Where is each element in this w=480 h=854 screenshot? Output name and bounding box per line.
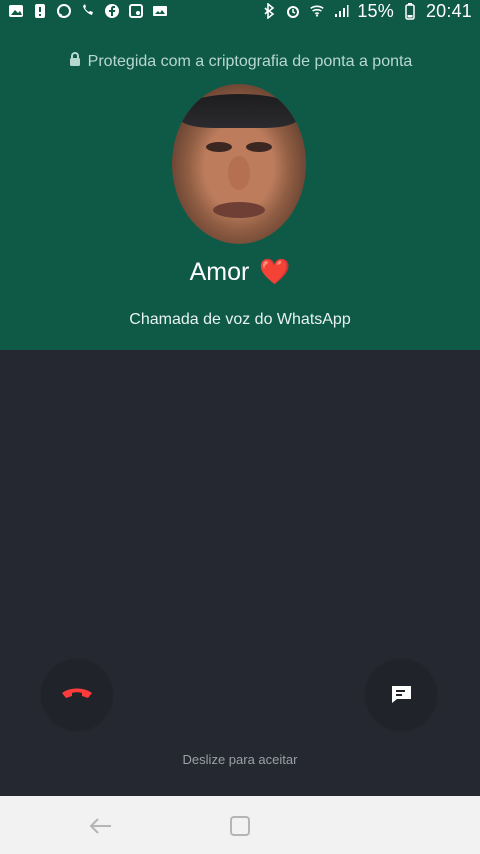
image-icon [8,3,24,19]
reply-message-button[interactable] [364,658,438,732]
facebook-icon [104,3,120,19]
status-left-icons [8,3,168,19]
avatar-mouth [213,202,265,218]
contact-avatar [172,84,306,244]
signal-icon [333,3,349,19]
decline-call-button[interactable] [40,658,114,732]
call-type-label: Chamada de voz do WhatsApp [129,311,351,328]
battery-percent: 15% [357,0,394,21]
back-button[interactable] [86,812,116,842]
alarm-icon [285,3,301,19]
status-right-icons: 15% 20:41 [261,1,472,22]
heart-emoji: ❤️ [259,258,291,286]
avatar-nose [228,156,250,190]
contact-name: Amor [189,258,250,286]
clock: 20:41 [425,0,472,21]
whatsapp-icon [56,3,72,19]
message-icon [389,683,413,708]
status-bar: 15% 20:41 [0,0,480,22]
missed-call-icon [80,3,96,19]
swipe-hint: Deslize para aceitar [182,752,298,767]
back-arrow-icon [87,814,115,841]
encryption-notice: Protegida com a criptografia de ponta a … [0,51,480,72]
warning-icon [32,3,48,19]
system-navigation-bar [0,796,480,854]
bluetooth-icon [261,3,277,19]
media-icon [128,3,144,19]
encryption-text: Protegida com a criptografia de ponta a … [87,52,413,70]
contact-name-row: Amor ❤️ [0,258,480,287]
home-button[interactable] [225,812,255,842]
call-header: Protegida com a criptografia de ponta a … [0,22,480,350]
home-square-icon [228,814,252,841]
avatar-eye [246,142,272,152]
battery-icon [402,3,418,20]
avatar-hat [180,94,298,128]
gallery-icon [152,3,168,19]
lock-icon [68,51,82,72]
avatar-eye [206,142,232,152]
wifi-icon [309,3,325,19]
phone-decline-icon [60,682,94,709]
